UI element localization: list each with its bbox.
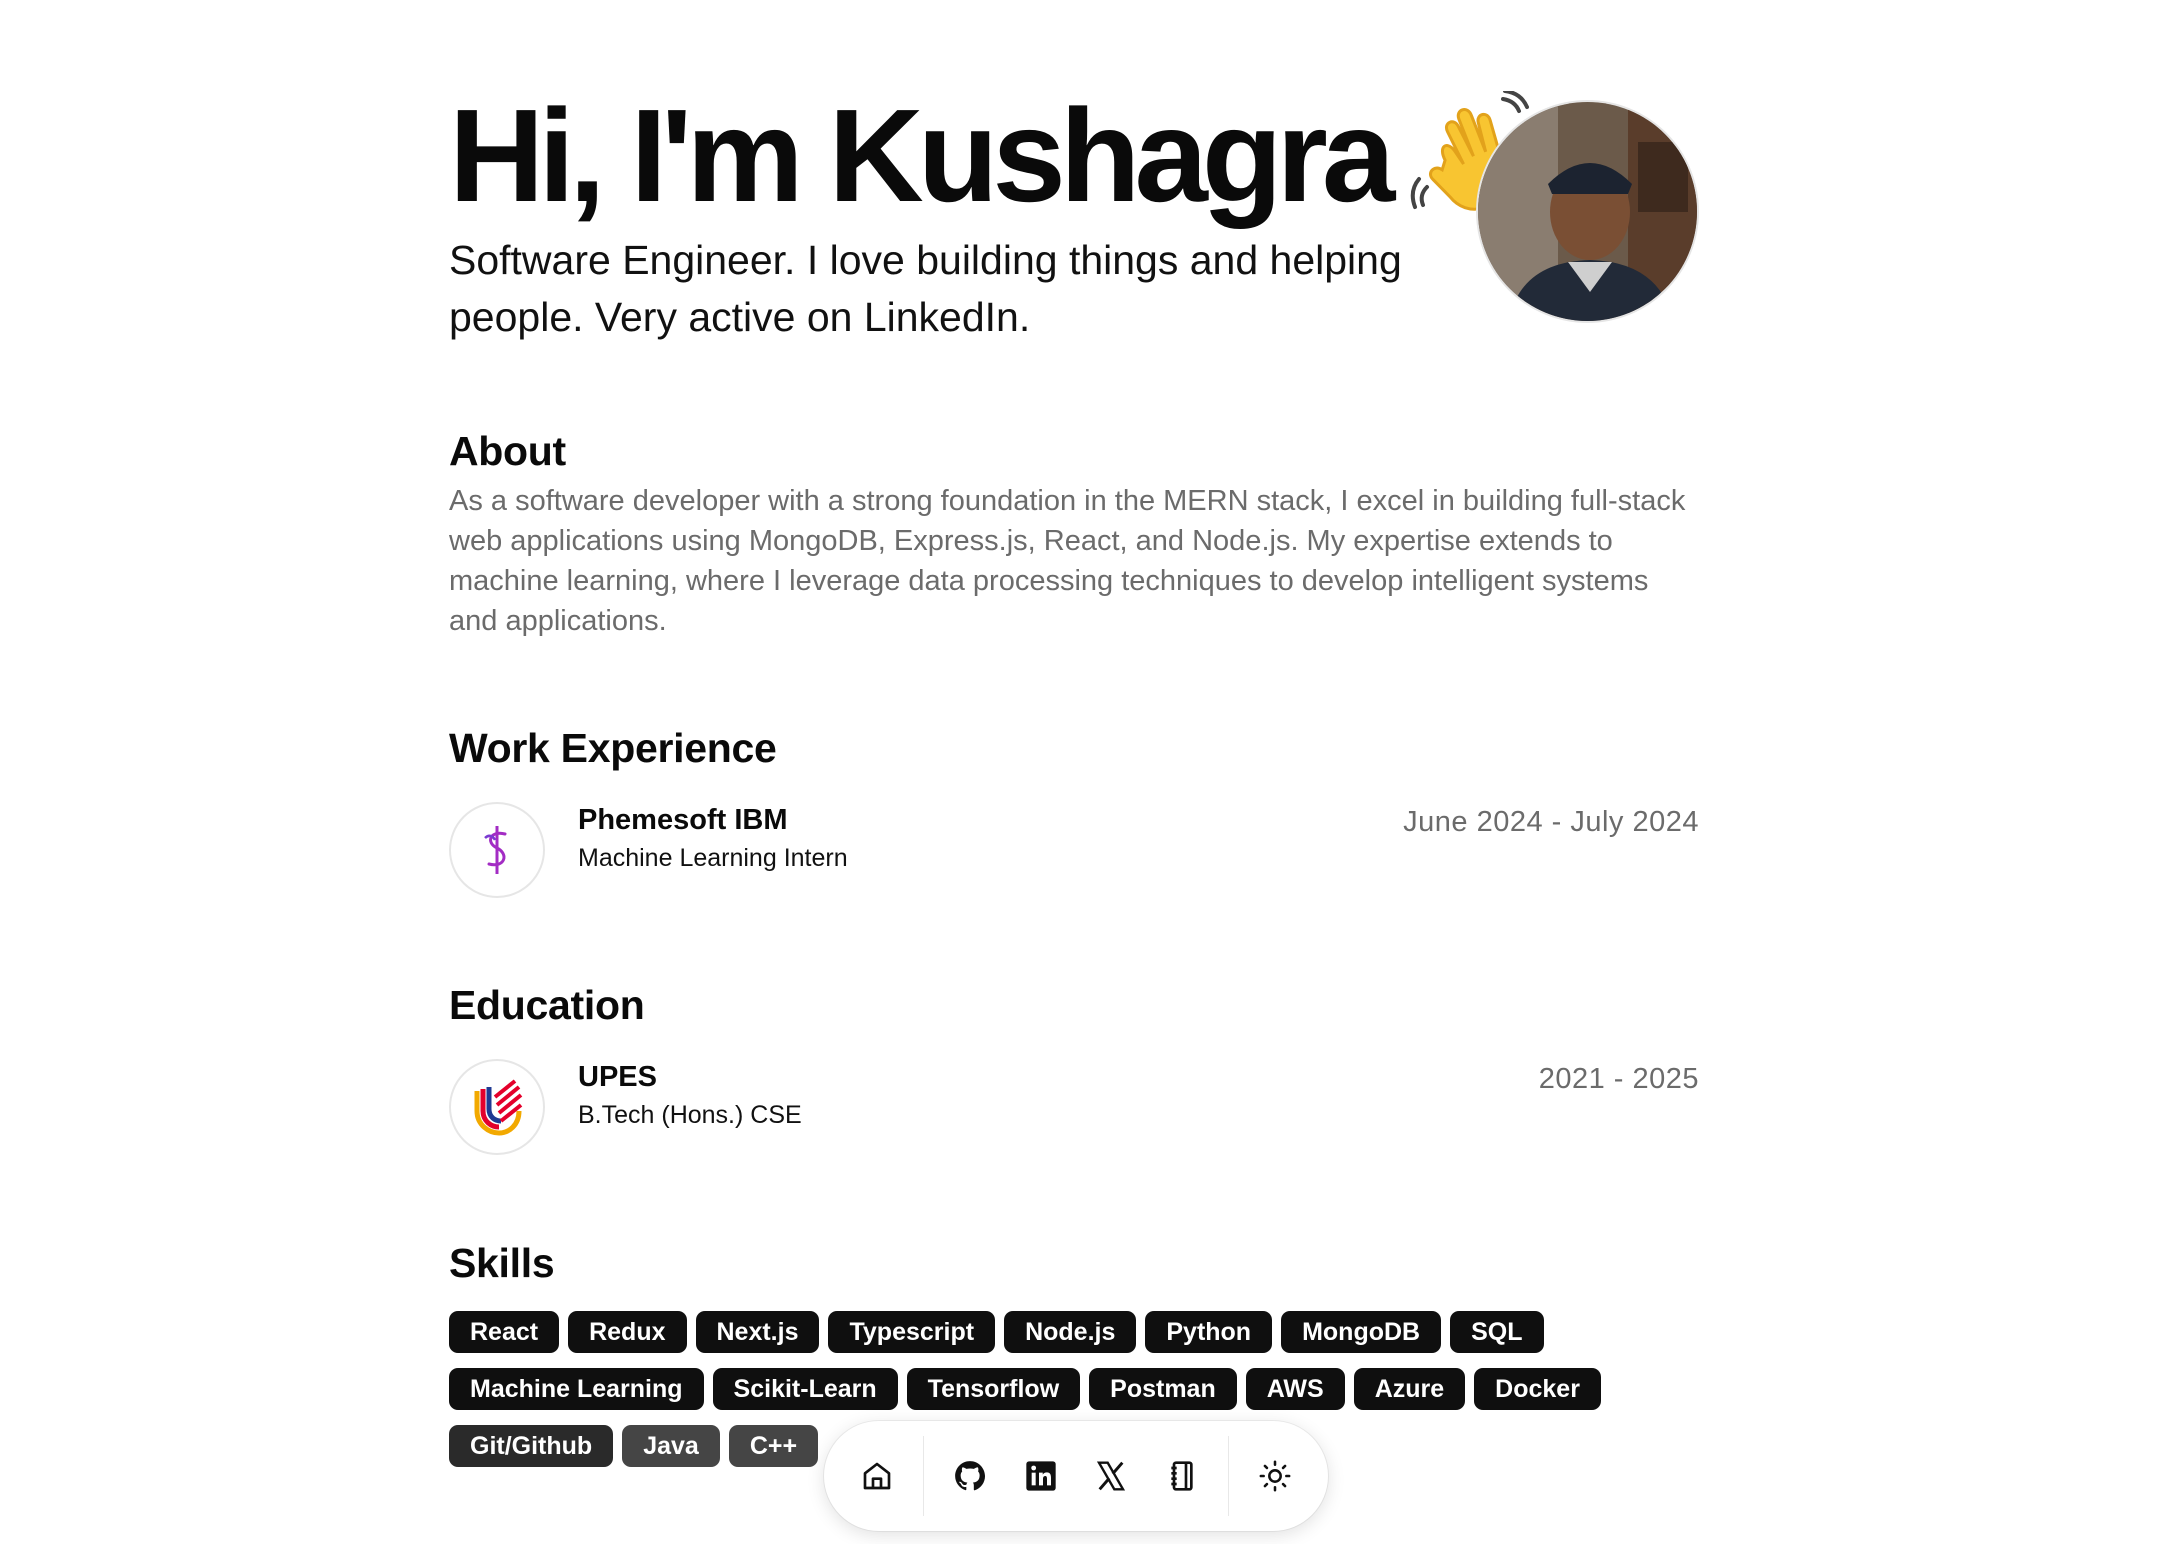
skill-badge: Azure [1353,1368,1466,1410]
education-school: UPES [578,1061,657,1093]
skill-badge: Scikit-Learn [712,1368,898,1410]
dock-divider [1227,1436,1230,1516]
hero-subtitle: Software Engineer. I love building thing… [449,237,1402,340]
skill-badge: Node.js [1004,1311,1137,1353]
skill-badge: Python [1145,1311,1273,1353]
skill-badge: Git/Github [449,1425,614,1467]
skill-badge: Tensorflow [906,1368,1081,1410]
github-icon[interactable] [943,1445,996,1507]
hero-text: Hi, I'm Kushagra Software Engineer. I lo… [449,82,1530,346]
skill-badge: AWS [1245,1368,1345,1410]
about-section: About As a software developer with a str… [449,428,1699,641]
work-section: Work Experience Phemesoft IBM Machine Le… [449,725,1699,900]
hero-title: Hi, I'm Kushagra [449,82,1530,229]
skill-badge: React [449,1311,560,1353]
work-dates: June 2024 - July 2024 [1403,806,1699,838]
skill-badge: Next.js [695,1311,820,1353]
skill-badge: Docker [1474,1368,1601,1410]
work-heading: Work Experience [449,725,777,771]
skills-heading: Skills [449,1240,555,1286]
x-icon[interactable] [1085,1445,1138,1507]
skill-badge: Machine Learning [449,1368,704,1410]
work-role: Machine Learning Intern [578,844,848,872]
education-degree: B.Tech (Hons.) CSE [578,1101,802,1129]
work-entry[interactable]: Phemesoft IBM Machine Learning Intern Ju… [449,802,1699,900]
about-heading: About [449,428,566,474]
skill-badge: MongoDB [1281,1311,1442,1353]
phemesoft-logo-icon [449,802,545,898]
sun-icon[interactable] [1248,1445,1301,1507]
education-heading: Education [449,982,645,1028]
skill-badge: Postman [1089,1368,1237,1410]
upes-logo-icon [449,1059,545,1155]
home-icon[interactable] [851,1445,904,1507]
education-dates: 2021 - 2025 [1538,1063,1699,1095]
education-section: Education UPES B.Tech (Hons.) CSE 2021 -… [449,982,1699,1157]
education-entry[interactable]: UPES B.Tech (Hons.) CSE 2021 - 2025 [449,1059,1699,1157]
skill-badge: Java [622,1425,720,1467]
linkedin-icon[interactable] [1014,1445,1067,1507]
skill-badge: SQL [1450,1311,1544,1353]
about-text: As a software developer with a strong fo… [449,485,1686,637]
hero-title-text: Hi, I'm Kushagra [449,82,1395,229]
portfolio-page: Hi, I'm Kushagra Software Engineer. I lo… [0,0,2160,1544]
avatar [1476,100,1699,323]
work-company: Phemesoft IBM [578,804,788,836]
bottom-dock [824,1421,1328,1531]
skill-badge: Typescript [828,1311,996,1353]
dock-divider [922,1436,925,1516]
skill-badge: Redux [568,1311,687,1353]
skill-badge: C++ [728,1425,819,1467]
notebook-icon[interactable] [1156,1445,1209,1507]
hero-section: Hi, I'm Kushagra Software Engineer. I lo… [449,82,1699,350]
